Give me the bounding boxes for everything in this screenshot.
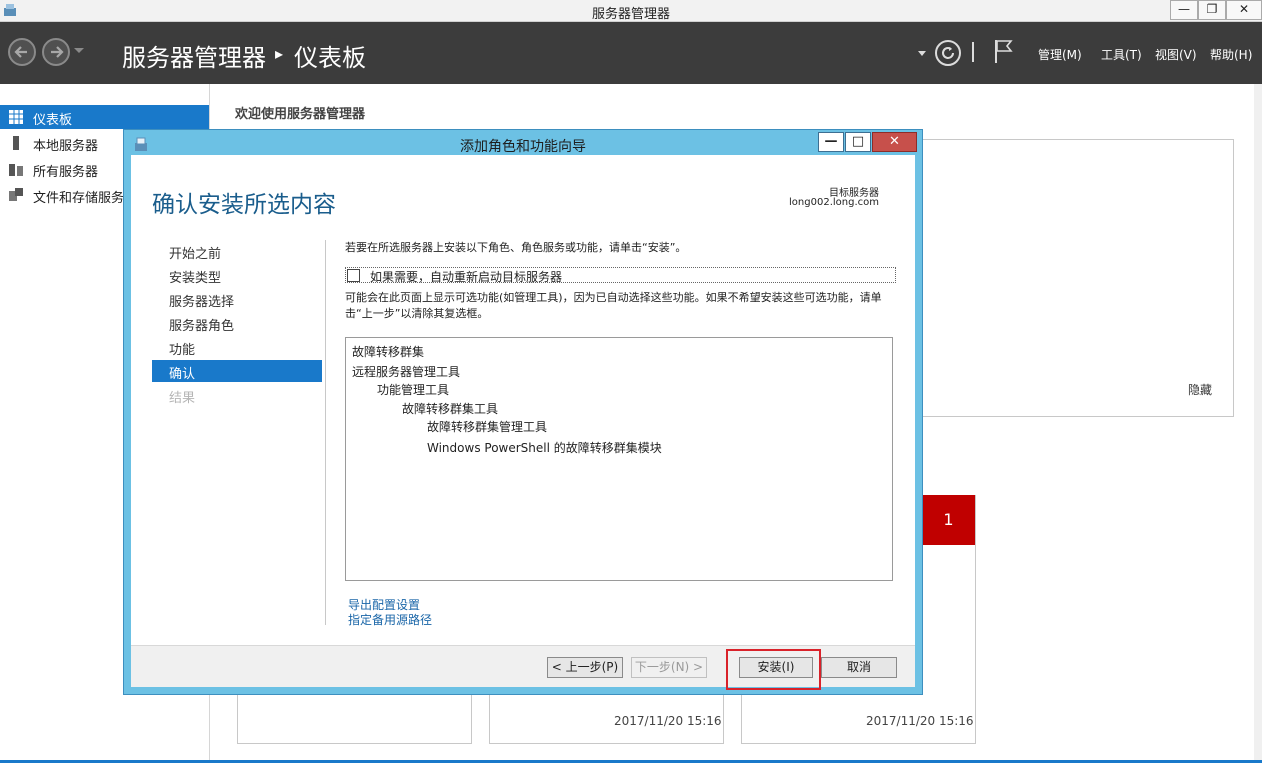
arrow-right-icon bbox=[51, 46, 64, 58]
feature-list-item: 功能管理工具 bbox=[377, 383, 450, 397]
refresh-icon bbox=[942, 47, 954, 59]
sidebar-item-label: 仪表板 bbox=[33, 113, 73, 128]
close-button[interactable]: ✕ bbox=[1226, 0, 1262, 20]
auto-restart-checkbox-label[interactable]: 如果需要，自动重新启动目标服务器 bbox=[370, 268, 562, 285]
wizard-step-results: 结果 bbox=[152, 384, 322, 406]
sidebar-item-label: 文件和存储服务 bbox=[33, 191, 125, 206]
optional-features-note: 可能会在此页面上显示可选功能(如管理工具)，因为已自动选择这些功能。如果不希望安… bbox=[345, 291, 882, 320]
page-title: 仪表板 bbox=[294, 44, 366, 72]
welcome-panel bbox=[910, 139, 1234, 417]
wizard-step-server-roles[interactable]: 服务器角色 bbox=[152, 312, 322, 334]
feature-list-item: 故障转移群集管理工具 bbox=[427, 420, 548, 434]
dialog-title: 添加角色和功能向导 bbox=[460, 139, 586, 155]
menu-help[interactable]: 帮助(H) bbox=[1210, 46, 1252, 63]
dialog-body: 确认安装所选内容 目标服务器 long002.long.com 开始之前 安装类… bbox=[131, 155, 915, 687]
refresh-button[interactable] bbox=[935, 40, 961, 66]
breadcrumb-separator: ▸ bbox=[275, 44, 284, 63]
welcome-title: 欢迎使用服务器管理器 bbox=[235, 107, 366, 122]
alert-count-badge[interactable]: 1 bbox=[922, 495, 975, 545]
cancel-button[interactable]: 取消 bbox=[821, 657, 897, 678]
maximize-button[interactable]: ❐ bbox=[1198, 0, 1226, 20]
wizard-step-label: 服务器选择 bbox=[169, 295, 235, 310]
wizard-step-features[interactable]: 功能 bbox=[152, 336, 322, 358]
notifications-flag-icon[interactable] bbox=[993, 38, 1015, 64]
wizard-step-installation-type[interactable]: 安装类型 bbox=[152, 264, 322, 286]
history-dropdown-icon[interactable] bbox=[74, 48, 84, 53]
menu-view[interactable]: 视图(V) bbox=[1155, 46, 1197, 63]
back-button[interactable] bbox=[8, 38, 36, 66]
server-icon bbox=[13, 136, 19, 150]
auto-restart-checkbox[interactable] bbox=[347, 269, 360, 282]
wizard-page-heading: 确认安装所选内容 bbox=[152, 192, 336, 218]
main-scrollbar[interactable] bbox=[1254, 84, 1262, 763]
servers-icon bbox=[9, 164, 23, 176]
hide-welcome-link[interactable]: 隐藏 bbox=[1188, 381, 1212, 398]
sidebar-item-label: 本地服务器 bbox=[33, 139, 99, 154]
feature-list-item: 故障转移群集 bbox=[352, 345, 425, 359]
header-divider bbox=[972, 42, 974, 62]
dashboard-icon bbox=[9, 110, 23, 124]
wizard-step-label: 功能 bbox=[169, 343, 196, 358]
dialog-close-button[interactable]: ✕ bbox=[872, 132, 917, 152]
menu-manage[interactable]: 管理(M) bbox=[1038, 46, 1082, 63]
target-server-value: long002.long.com bbox=[789, 197, 879, 208]
wizard-step-before-you-begin[interactable]: 开始之前 bbox=[152, 240, 322, 262]
wizard-step-label: 安装类型 bbox=[169, 271, 222, 286]
previous-button[interactable]: < 上一步(P) bbox=[547, 657, 623, 678]
wizard-step-label: 确认 bbox=[169, 367, 196, 382]
next-button: 下一步(N) > bbox=[631, 657, 707, 678]
arrow-left-icon bbox=[14, 46, 27, 58]
forward-button[interactable] bbox=[42, 38, 70, 66]
sidebar-item-label: 所有服务器 bbox=[33, 165, 99, 180]
auto-restart-checkbox-row[interactable]: 如果需要，自动重新启动目标服务器 bbox=[345, 267, 896, 285]
wizard-step-label: 开始之前 bbox=[169, 247, 222, 262]
refresh-dropdown-icon[interactable] bbox=[918, 51, 926, 56]
tile-timestamp: 2017/11/20 15:16 bbox=[866, 714, 974, 728]
install-button-highlight bbox=[726, 649, 821, 690]
steps-divider bbox=[325, 240, 326, 625]
app-header: 服务器管理器 ▸ 仪表板 管理(M) 工具(T) 视图(V) 帮助(H) bbox=[0, 22, 1262, 84]
wizard-step-label: 结果 bbox=[169, 391, 196, 406]
window-titlebar: 服务器管理器 — ❐ ✕ bbox=[0, 0, 1262, 22]
breadcrumb-root[interactable]: 服务器管理器 bbox=[122, 38, 266, 73]
wizard-step-server-selection[interactable]: 服务器选择 bbox=[152, 288, 322, 310]
menu-tools[interactable]: 工具(T) bbox=[1101, 46, 1142, 63]
wizard-step-label: 服务器角色 bbox=[169, 319, 235, 334]
sidebar-item-dashboard[interactable]: 仪表板 bbox=[0, 105, 209, 129]
minimize-button[interactable]: — bbox=[1170, 0, 1198, 20]
feature-list-item: 故障转移群集工具 bbox=[402, 402, 499, 416]
dialog-maximize-button[interactable]: □ bbox=[845, 132, 871, 152]
storage-icon bbox=[9, 188, 23, 201]
feature-list-item: Windows PowerShell 的故障转移群集模块 bbox=[427, 441, 662, 455]
feature-list-item: 远程服务器管理工具 bbox=[352, 365, 461, 379]
wizard-step-confirmation[interactable]: 确认 bbox=[152, 360, 322, 382]
window-title: 服务器管理器 bbox=[591, 7, 670, 22]
tile-timestamp: 2017/11/20 15:16 bbox=[614, 714, 722, 728]
add-roles-wizard-dialog: 添加角色和功能向导 — □ ✕ 确认安装所选内容 目标服务器 long002.l… bbox=[123, 129, 923, 695]
selected-features-list[interactable]: 故障转移群集 远程服务器管理工具 功能管理工具 故障转移群集工具 故障转移群集管… bbox=[345, 337, 893, 581]
confirmation-intro-text: 若要在所选服务器上安装以下角色、角色服务或功能，请单击“安装”。 bbox=[345, 241, 687, 254]
dialog-minimize-button[interactable]: — bbox=[818, 132, 844, 152]
alternate-source-path-link[interactable]: 指定备用源路径 bbox=[348, 611, 432, 628]
